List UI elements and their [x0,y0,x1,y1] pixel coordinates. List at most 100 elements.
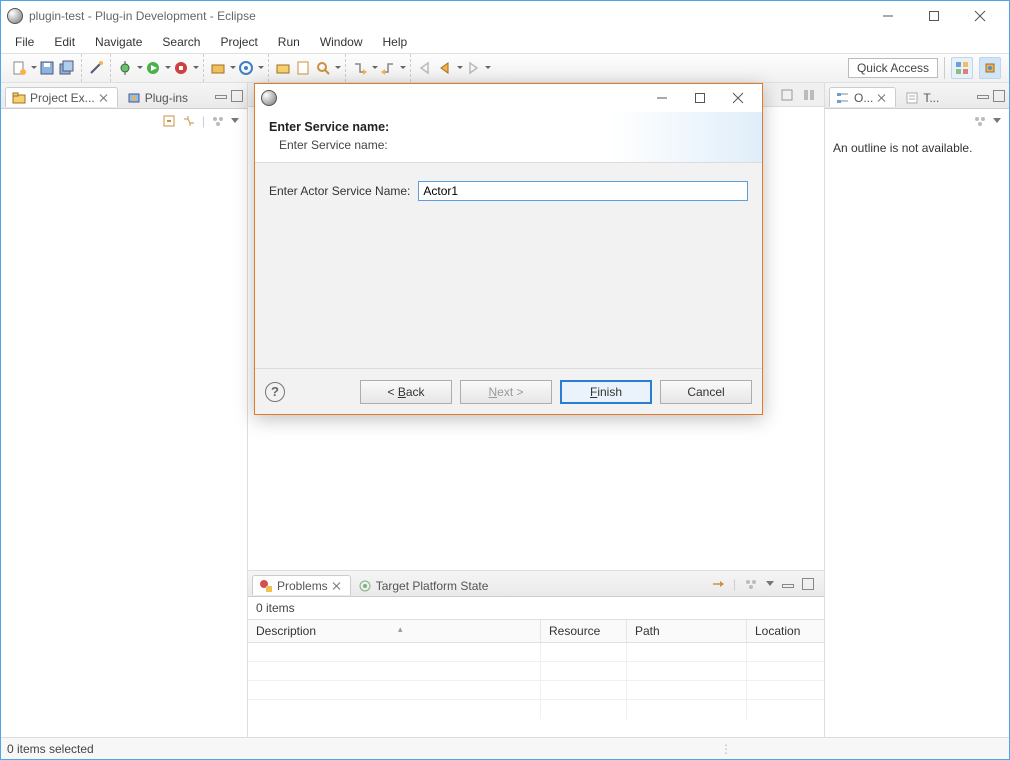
maximize-button[interactable] [911,1,957,31]
window-title: plugin-test - Plug-in Development - Ecli… [29,9,865,23]
menu-bar: File Edit Navigate Search Project Run Wi… [1,31,1009,53]
problems-icon [259,579,273,593]
wand-icon[interactable] [88,60,104,76]
tab-tasklist[interactable]: T... [898,87,948,107]
tasklist-icon [905,91,919,105]
run-button[interactable] [145,60,169,76]
left-tabfolder: Project Ex... Plug-ins [1,83,247,109]
outline-body: An outline is not available. [825,133,1009,737]
close-button[interactable] [957,1,1003,31]
menu-window[interactable]: Window [310,32,373,52]
tab-target-platform-label: Target Platform State [376,579,489,593]
filters-icon[interactable] [211,114,225,128]
minimize-view-icon[interactable] [215,95,227,99]
debug-button[interactable] [117,60,141,76]
dialog-banner-subtitle: Enter Service name: [269,138,748,152]
finish-button[interactable]: Finish [560,380,652,404]
new-button[interactable] [11,60,35,76]
dialog-maximize-button[interactable] [688,88,712,108]
filters-icon[interactable] [744,577,758,591]
nav-back-history-button[interactable] [437,60,461,76]
tab-project-explorer-label: Project Ex... [30,91,95,105]
close-icon[interactable] [332,581,342,591]
maximize-view-icon[interactable] [993,90,1005,102]
sash-handle[interactable]: ⋮ [720,742,733,756]
menu-edit[interactable]: Edit [44,32,85,52]
minimize-view-icon[interactable] [782,584,794,588]
link-editor-icon[interactable] [182,114,196,128]
plugin-manifest-button[interactable] [210,60,234,76]
view-menu-icon[interactable] [993,118,1001,127]
eclipse-icon [261,90,277,106]
open-type-button[interactable] [275,60,291,76]
close-icon[interactable] [99,93,109,103]
dialog-titlebar[interactable] [255,84,762,112]
view-menu-icon[interactable] [766,581,774,590]
right-tabfolder: O... T... [825,83,1009,109]
tab-project-explorer[interactable]: Project Ex... [5,87,118,107]
bottom-pane: Problems Target Platform State | [248,570,824,737]
tab-tasklist-label: T... [923,91,939,105]
project-explorer-toolbar: | [1,109,247,133]
dialog-banner: Enter Service name: Enter Service name: [255,112,762,163]
tab-plugins-label: Plug-ins [145,91,188,105]
menu-search[interactable]: Search [152,32,210,52]
nav-forward-button[interactable] [465,60,489,76]
tab-problems-label: Problems [277,579,328,593]
close-icon[interactable] [877,93,887,103]
menu-help[interactable]: Help [373,32,418,52]
actor-service-name-label: Enter Actor Service Name: [269,184,410,198]
open-task-button[interactable] [295,60,311,76]
dialog-banner-title: Enter Service name: [269,120,748,134]
filters-icon[interactable] [973,114,987,128]
plugin-perspective-button[interactable] [979,57,1001,79]
nav-back-button[interactable] [417,60,433,76]
problems-table[interactable]: ▴Description Resource Path Location Type [248,619,824,737]
collapse-all-icon[interactable] [162,114,176,128]
next-annotation-button[interactable] [352,60,376,76]
external-tools-button[interactable] [173,60,197,76]
menu-run[interactable]: Run [268,32,310,52]
menu-navigate[interactable]: Navigate [85,32,152,52]
problems-count: 0 items [248,597,824,619]
project-explorer-body[interactable] [1,133,247,737]
dialog-minimize-button[interactable] [650,88,674,108]
goto-icon[interactable] [711,577,725,591]
col-resource[interactable]: Resource [541,620,627,642]
dialog-close-button[interactable] [726,88,750,108]
dialog-button-bar: ? < Back Next > Finish Cancel [255,368,762,414]
minimize-view-icon[interactable] [977,95,989,99]
editor-icon-2[interactable] [802,88,816,102]
editor-icon-1[interactable] [780,88,794,102]
col-path[interactable]: Path [627,620,747,642]
dialog-body: Enter Actor Service Name: [255,163,762,368]
maximize-view-icon[interactable] [802,578,814,590]
open-perspective-button[interactable] [951,57,973,79]
back-button[interactable]: < Back [360,380,452,404]
save-all-button[interactable] [59,60,75,76]
help-button[interactable]: ? [265,382,285,402]
cancel-button[interactable]: Cancel [660,380,752,404]
view-menu-icon[interactable] [231,118,239,127]
main-toolbar: Quick Access [1,53,1009,83]
menu-project[interactable]: Project [210,32,267,52]
problems-rows [248,643,824,737]
right-pane: O... T... An outline is not available. [824,83,1009,737]
minimize-button[interactable] [865,1,911,31]
target-button[interactable] [238,60,262,76]
tab-problems[interactable]: Problems [252,575,351,595]
eclipse-icon [7,8,23,24]
actor-service-name-input[interactable] [418,181,748,201]
quick-access-field[interactable]: Quick Access [848,58,938,78]
prev-annotation-button[interactable] [380,60,404,76]
problems-header[interactable]: ▴Description Resource Path Location Type [248,620,824,643]
menu-file[interactable]: File [5,32,44,52]
tab-target-platform[interactable]: Target Platform State [351,575,498,595]
save-button[interactable] [39,60,55,76]
search-button[interactable] [315,60,339,76]
col-description[interactable]: ▴Description [248,620,541,642]
tab-plugins[interactable]: Plug-ins [120,87,197,107]
target-icon [358,579,372,593]
maximize-view-icon[interactable] [231,90,243,102]
tab-outline[interactable]: O... [829,87,896,107]
